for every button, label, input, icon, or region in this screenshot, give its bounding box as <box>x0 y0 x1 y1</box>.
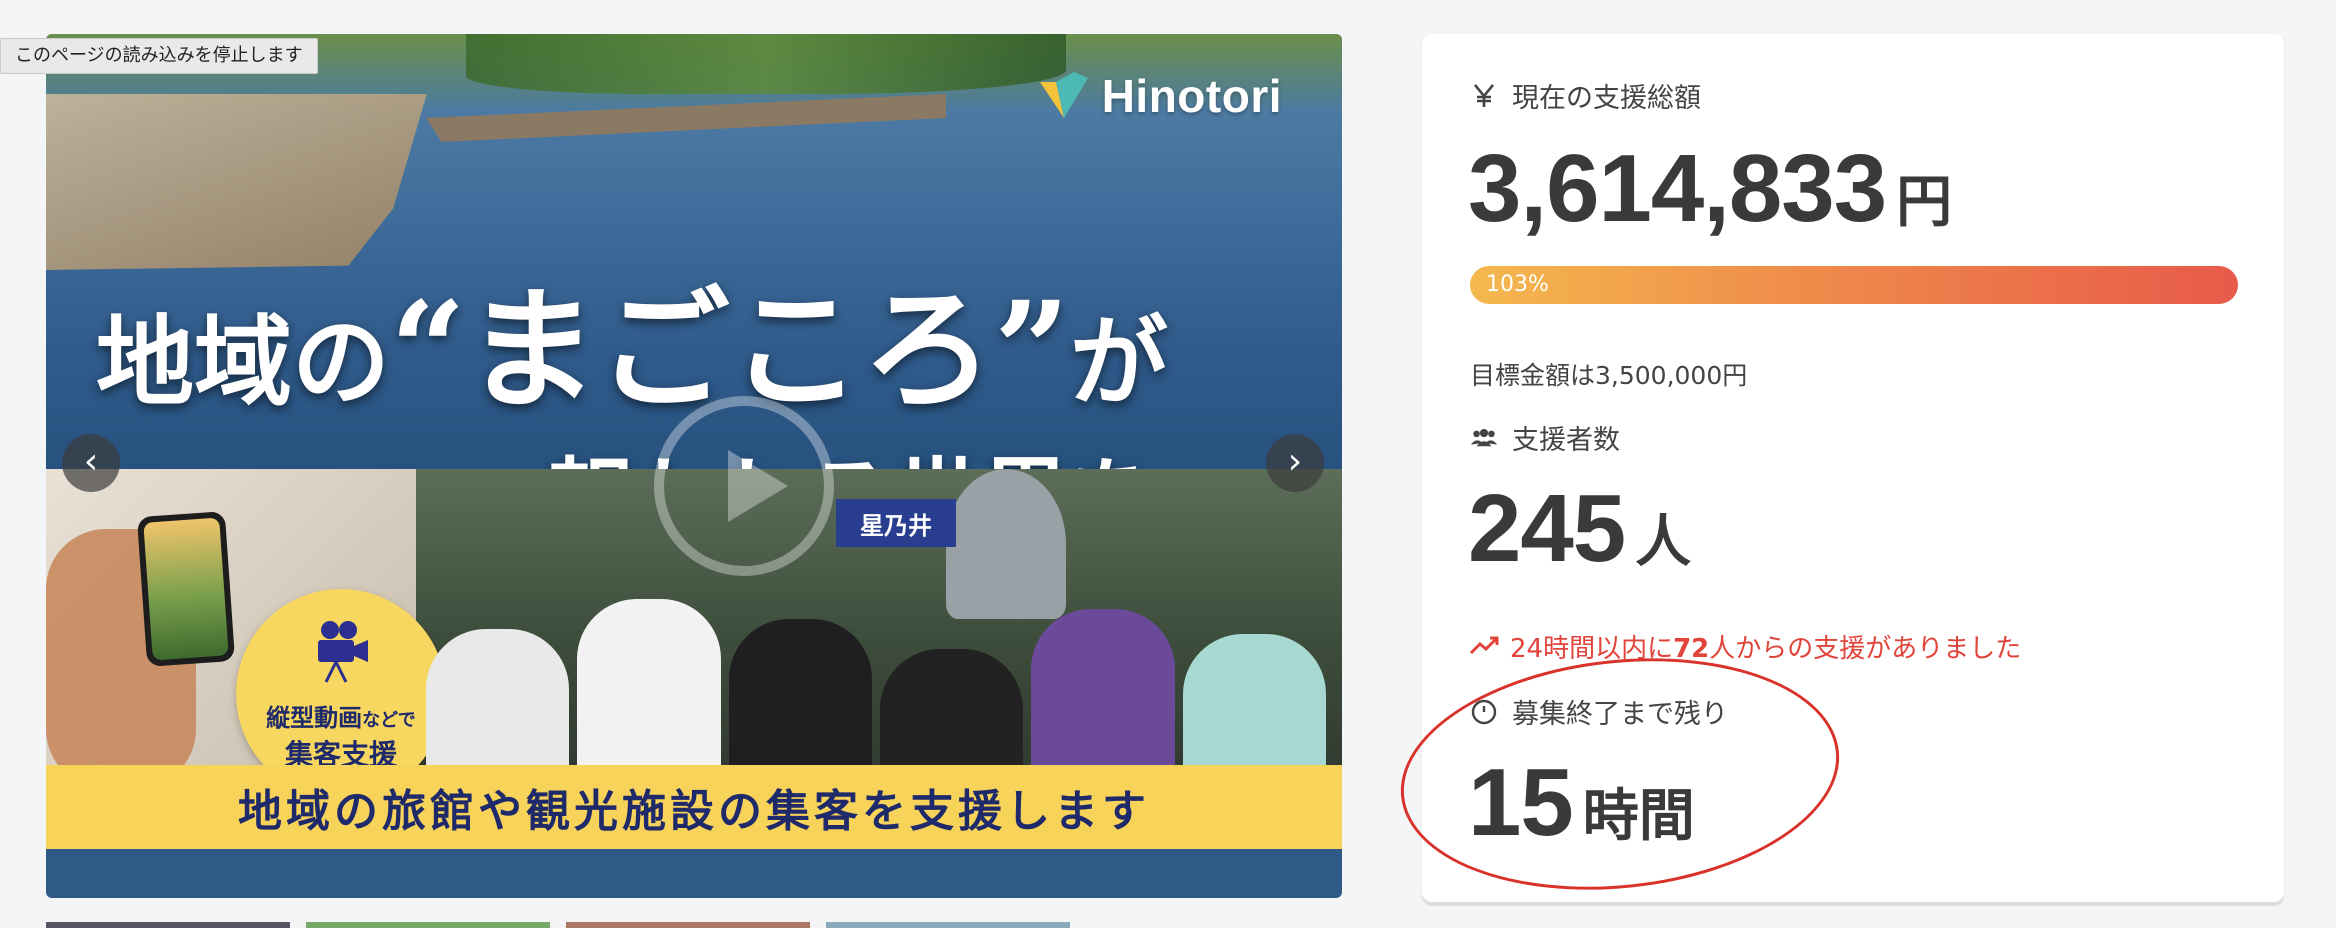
carousel-thumbnails <box>46 922 1070 928</box>
thumbnail[interactable] <box>46 922 290 928</box>
badge-line1-main: 縦型動画 <box>266 703 363 732</box>
hero-banner: 地域の旅館や観光施設の集客を支援します <box>46 765 1342 849</box>
goal-amount: 目標金額は3,500,000円 <box>1470 361 1748 390</box>
remaining-value: 15 <box>1468 749 1574 856</box>
total-amount-label-row: 現在の支援総額 <box>1470 76 1701 115</box>
carousel-prev-button[interactable]: ‹ <box>62 434 120 492</box>
total-amount: 3,614,833 円 <box>1468 134 1952 244</box>
backers-count: 245 人 <box>1468 474 1691 584</box>
backers-unit: 人 <box>1635 510 1692 575</box>
funding-stats-card: 現在の支援総額 3,614,833 円 103% 目標金額は3,500,000円 … <box>1422 34 2284 902</box>
users-icon <box>1470 424 1498 452</box>
hero-trees <box>466 34 1066 94</box>
remaining-time: 15 時間 <box>1468 748 1695 858</box>
recent-suffix: 人からの支援がありました <box>1709 634 2022 664</box>
recent-prefix: 24時間以内に <box>1510 634 1674 664</box>
remaining-time-label-row: 募集終了まで残り <box>1470 692 1728 731</box>
project-media-carousel[interactable]: Hinotori 地域の“まごころ”が 報われる世界を。 縦型動画などで <box>46 34 1342 898</box>
progress-percent: 103% <box>1486 272 1549 297</box>
thumbnail[interactable] <box>566 922 810 928</box>
hinotori-logo-icon <box>1036 68 1092 124</box>
total-amount-value: 3,614,833 <box>1468 135 1887 242</box>
play-button[interactable] <box>654 396 834 576</box>
logo-text: Hinotori <box>1101 70 1282 122</box>
backers-label-row: 支援者数 <box>1470 418 1620 457</box>
badge-line1: 縦型動画などで <box>266 698 416 733</box>
headline-part2: が <box>1069 305 1168 420</box>
badge-line1-small: などで <box>362 709 416 731</box>
stop-loading-tooltip: このページの読み込みを停止します <box>0 38 318 74</box>
total-amount-unit: 円 <box>1896 170 1953 235</box>
banner-text: 地域の旅館や観光施設の集客を支援します <box>238 786 1150 837</box>
thumbnail[interactable] <box>306 922 550 928</box>
carousel-next-button[interactable]: › <box>1266 434 1324 492</box>
funding-progress-bar: 103% <box>1470 266 2238 304</box>
recent-count: 72 <box>1673 634 1710 664</box>
recent-backers-note: 24時間以内に72人からの支援がありました <box>1469 628 2022 665</box>
thumbnail[interactable] <box>826 922 1070 928</box>
chevron-left-icon: ‹ <box>83 441 99 482</box>
headline-quote-open: “ <box>390 273 466 428</box>
yen-icon <box>1470 82 1498 110</box>
chevron-right-icon: › <box>1287 441 1303 482</box>
clock-icon <box>1470 698 1498 726</box>
trending-up-icon <box>1469 632 1500 662</box>
headline-part1: 地域の <box>96 305 391 420</box>
hinotori-logo: Hinotori <box>1036 68 1282 124</box>
remaining-time-label: 募集終了まで残り <box>1512 699 1728 730</box>
smartphone-icon <box>136 511 236 667</box>
headline-quote-close: ” <box>993 273 1070 428</box>
backers-value: 245 <box>1468 475 1626 582</box>
backers-label: 支援者数 <box>1512 425 1620 456</box>
remaining-unit: 時間 <box>1582 784 1695 849</box>
total-amount-label: 現在の支援総額 <box>1512 83 1701 114</box>
video-camera-icon <box>306 616 376 690</box>
